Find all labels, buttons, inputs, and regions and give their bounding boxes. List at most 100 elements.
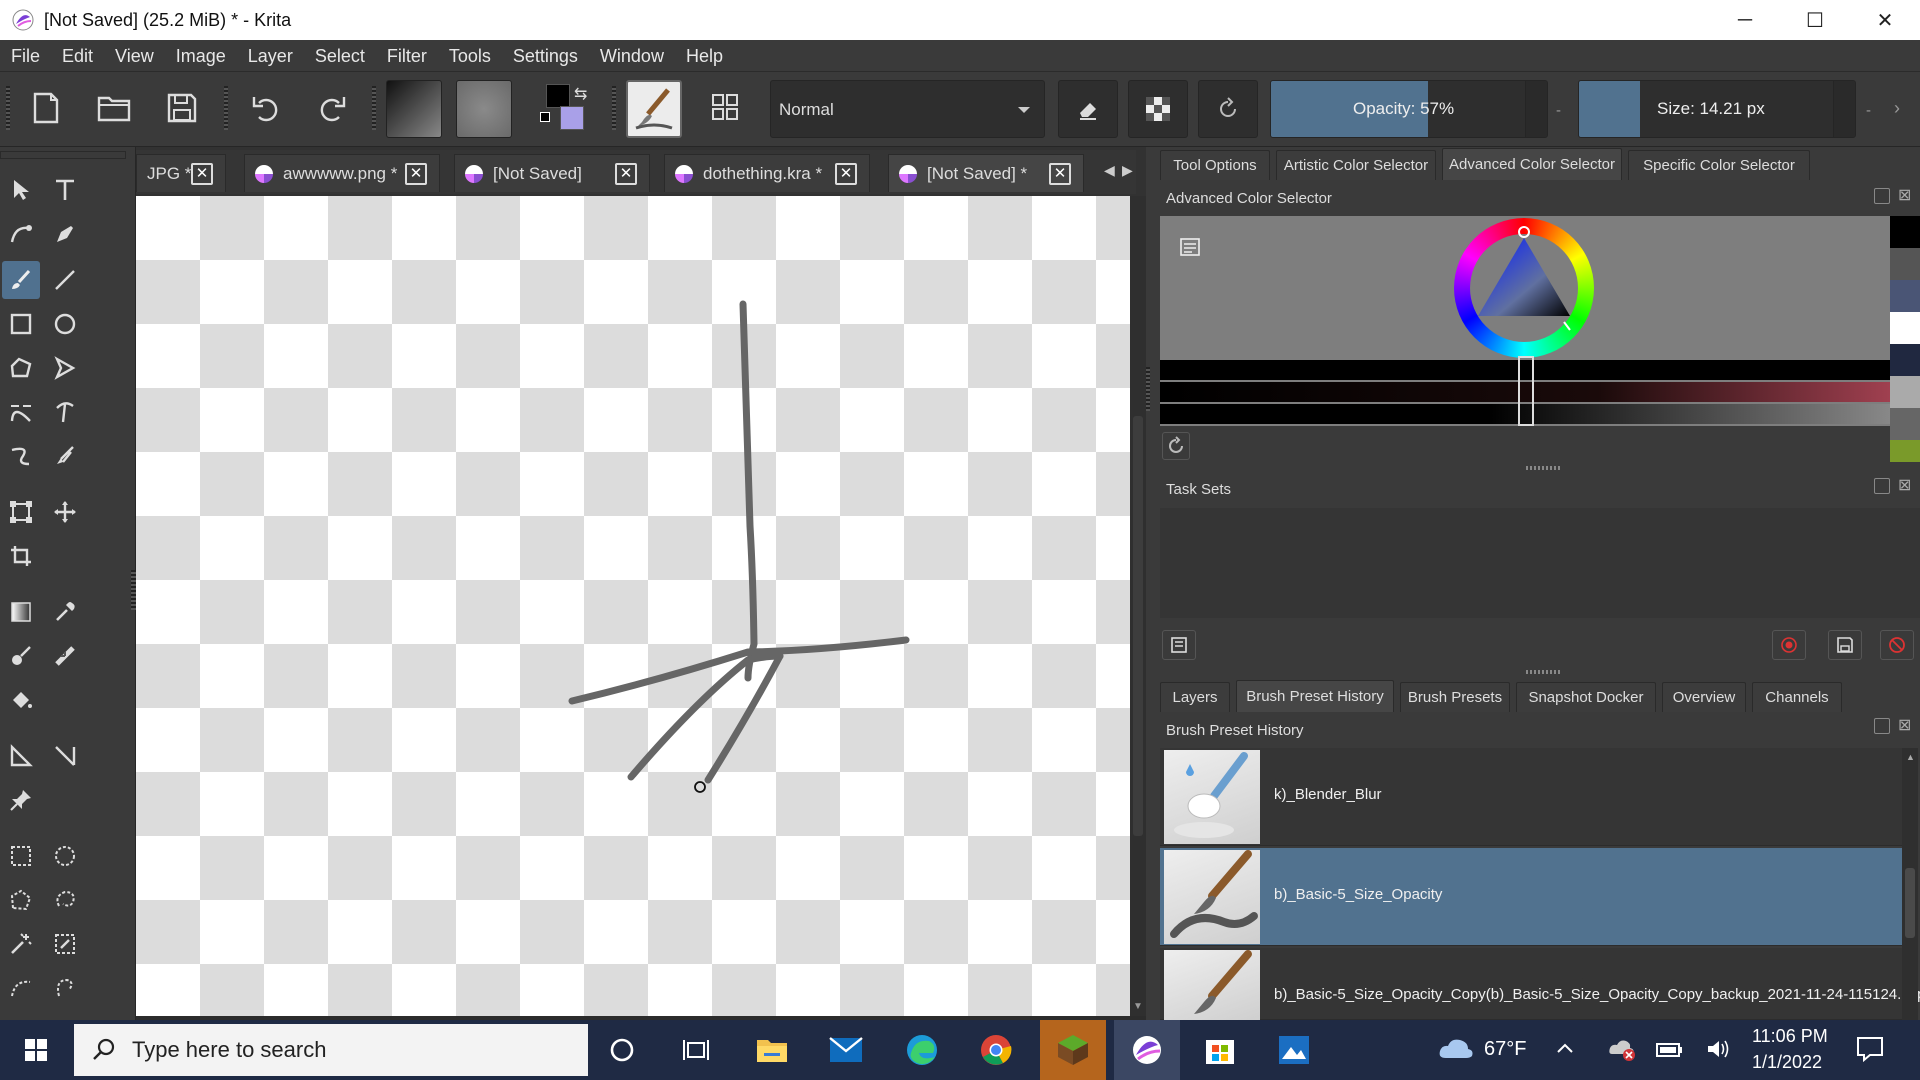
- maximize-button[interactable]: ☐: [1780, 0, 1850, 40]
- color-history-chip[interactable]: [1890, 376, 1920, 408]
- close-tab-button[interactable]: ✕: [835, 162, 857, 185]
- rectangle-tool[interactable]: [2, 305, 40, 343]
- tab-tool-options[interactable]: Tool Options: [1160, 150, 1270, 180]
- doc-tab-3[interactable]: dothething.kra * ✕: [664, 154, 870, 192]
- minimize-button[interactable]: ─: [1710, 0, 1780, 40]
- reference-images-tool[interactable]: [2, 781, 40, 819]
- close-docker-icon[interactable]: ⊠: [1898, 478, 1914, 494]
- cortana-button[interactable]: [600, 1028, 644, 1072]
- foreground-color[interactable]: [546, 84, 570, 108]
- tab-scroll-right-icon[interactable]: ▶: [1122, 162, 1133, 179]
- docker-splitter-handle[interactable]: [1526, 466, 1560, 470]
- brush-preset-button[interactable]: [626, 80, 682, 138]
- doc-tab-1[interactable]: awwwww.png * ✕: [244, 154, 440, 192]
- blending-mode-select[interactable]: Normal: [770, 80, 1045, 138]
- opacity-slider[interactable]: Opacity: 57%: [1270, 80, 1548, 138]
- preset-row-1-selected[interactable]: b)_Basic-5_Size_Opacity: [1160, 848, 1902, 946]
- background-color[interactable]: [560, 106, 584, 130]
- toolbar-overflow-icon[interactable]: ›: [1894, 98, 1900, 119]
- colorize-mask-tool[interactable]: [2, 637, 40, 675]
- close-tab-button[interactable]: ✕: [405, 162, 427, 185]
- close-tab-button[interactable]: ✕: [615, 162, 637, 185]
- eraser-mode-button[interactable]: [1058, 80, 1118, 138]
- reset-colors-icon[interactable]: [540, 112, 550, 122]
- opacity-spinner[interactable]: [1525, 81, 1547, 137]
- float-docker-icon[interactable]: [1874, 188, 1890, 204]
- assistant-tool[interactable]: [2, 737, 40, 775]
- canvas[interactable]: [136, 196, 1130, 1016]
- preset-row-2[interactable]: b)_Basic-5_Size_Opacity_Copy(b)_Basic-5_…: [1160, 948, 1920, 1020]
- workspace-chooser-button[interactable]: [700, 82, 752, 134]
- chrome-browser-app[interactable]: [974, 1028, 1018, 1072]
- color-history-chip[interactable]: [1890, 408, 1920, 440]
- clock-date[interactable]: 1/1/2022: [1752, 1052, 1822, 1073]
- similar-color-selection-tool[interactable]: [46, 925, 84, 963]
- doc-tab-4-active[interactable]: [Not Saved] * ✕: [888, 154, 1084, 192]
- close-window-button[interactable]: ✕: [1850, 0, 1920, 40]
- scrollbar-thumb[interactable]: [1905, 868, 1915, 938]
- color-history-chip[interactable]: [1890, 280, 1920, 312]
- float-docker-icon[interactable]: [1874, 478, 1890, 494]
- menu-layer[interactable]: Layer: [237, 40, 304, 72]
- doc-tab-0[interactable]: JPG * ✕: [136, 154, 226, 192]
- scroll-down-icon[interactable]: ▼: [1133, 1001, 1143, 1012]
- multibrush-tool[interactable]: [46, 437, 84, 475]
- task-view-button[interactable]: [674, 1028, 718, 1072]
- polyline-tool[interactable]: [46, 349, 84, 387]
- freehand-brush-tool[interactable]: [2, 261, 40, 299]
- preset-list-scrollbar[interactable]: ▲: [1902, 748, 1918, 1020]
- menu-file[interactable]: File: [0, 40, 51, 72]
- color-sampler-tool[interactable]: [46, 593, 84, 631]
- calligraphy-tool[interactable]: [46, 215, 84, 253]
- color-history-chip[interactable]: [1890, 216, 1920, 248]
- contiguous-selection-tool[interactable]: [2, 925, 40, 963]
- minecraft-app[interactable]: [1040, 1020, 1106, 1080]
- tab-snapshot-docker[interactable]: Snapshot Docker: [1516, 682, 1656, 712]
- menu-help[interactable]: Help: [675, 40, 734, 72]
- elliptical-selection-tool[interactable]: [46, 837, 84, 875]
- mail-app[interactable]: [824, 1028, 868, 1072]
- edit-shapes-tool[interactable]: [2, 215, 40, 253]
- scrollbar-thumb[interactable]: [1133, 416, 1143, 836]
- edge-browser-app[interactable]: [900, 1028, 944, 1072]
- tab-layers[interactable]: Layers: [1160, 682, 1230, 712]
- transform-tool[interactable]: [2, 493, 40, 531]
- slider-handle[interactable]: [1518, 356, 1534, 426]
- new-document-button[interactable]: [20, 82, 72, 134]
- color-history-chip[interactable]: [1890, 344, 1920, 376]
- polygon-tool[interactable]: [2, 349, 40, 387]
- toolbar-grip[interactable]: [224, 86, 228, 130]
- battery-icon[interactable]: [1656, 1040, 1684, 1058]
- preserve-alpha-button[interactable]: [1128, 80, 1188, 138]
- reload-preset-button[interactable]: [1198, 80, 1258, 138]
- menu-settings[interactable]: Settings: [502, 40, 589, 72]
- color-swatches[interactable]: ⇆: [540, 84, 602, 138]
- ellipse-tool[interactable]: [46, 305, 84, 343]
- menu-image[interactable]: Image: [165, 40, 237, 72]
- fill-tool[interactable]: [2, 681, 40, 719]
- doc-tab-2[interactable]: [Not Saved] ✕: [454, 154, 650, 192]
- close-tab-button[interactable]: ✕: [191, 162, 213, 185]
- redo-button[interactable]: [306, 82, 358, 134]
- color-history-chip[interactable]: [1890, 248, 1920, 280]
- smart-patch-tool[interactable]: [46, 637, 84, 675]
- taskbar-search-box[interactable]: Type here to search: [74, 1024, 588, 1076]
- krita-app-active[interactable]: [1114, 1020, 1180, 1080]
- sv-triangle[interactable]: [1454, 218, 1594, 358]
- tab-overview[interactable]: Overview: [1662, 682, 1746, 712]
- reset-selector-button[interactable]: [1162, 432, 1190, 460]
- freehand-selection-tool[interactable]: [46, 881, 84, 919]
- text-tool[interactable]: [46, 171, 84, 209]
- volume-icon[interactable]: [1706, 1038, 1730, 1060]
- advanced-color-selector[interactable]: [1160, 216, 1890, 426]
- tab-brush-preset-history[interactable]: Brush Preset History: [1236, 680, 1394, 712]
- gradient-selector[interactable]: [386, 80, 442, 138]
- weather-cloud-icon[interactable]: [1438, 1036, 1474, 1062]
- open-document-button[interactable]: [88, 82, 140, 134]
- move-tool[interactable]: [46, 493, 84, 531]
- toolbar-grip[interactable]: [372, 86, 376, 130]
- gradient-tool[interactable]: [2, 593, 40, 631]
- selector-settings-icon[interactable]: [1180, 238, 1200, 256]
- menu-tools[interactable]: Tools: [438, 40, 502, 72]
- pattern-selector[interactable]: [456, 80, 512, 138]
